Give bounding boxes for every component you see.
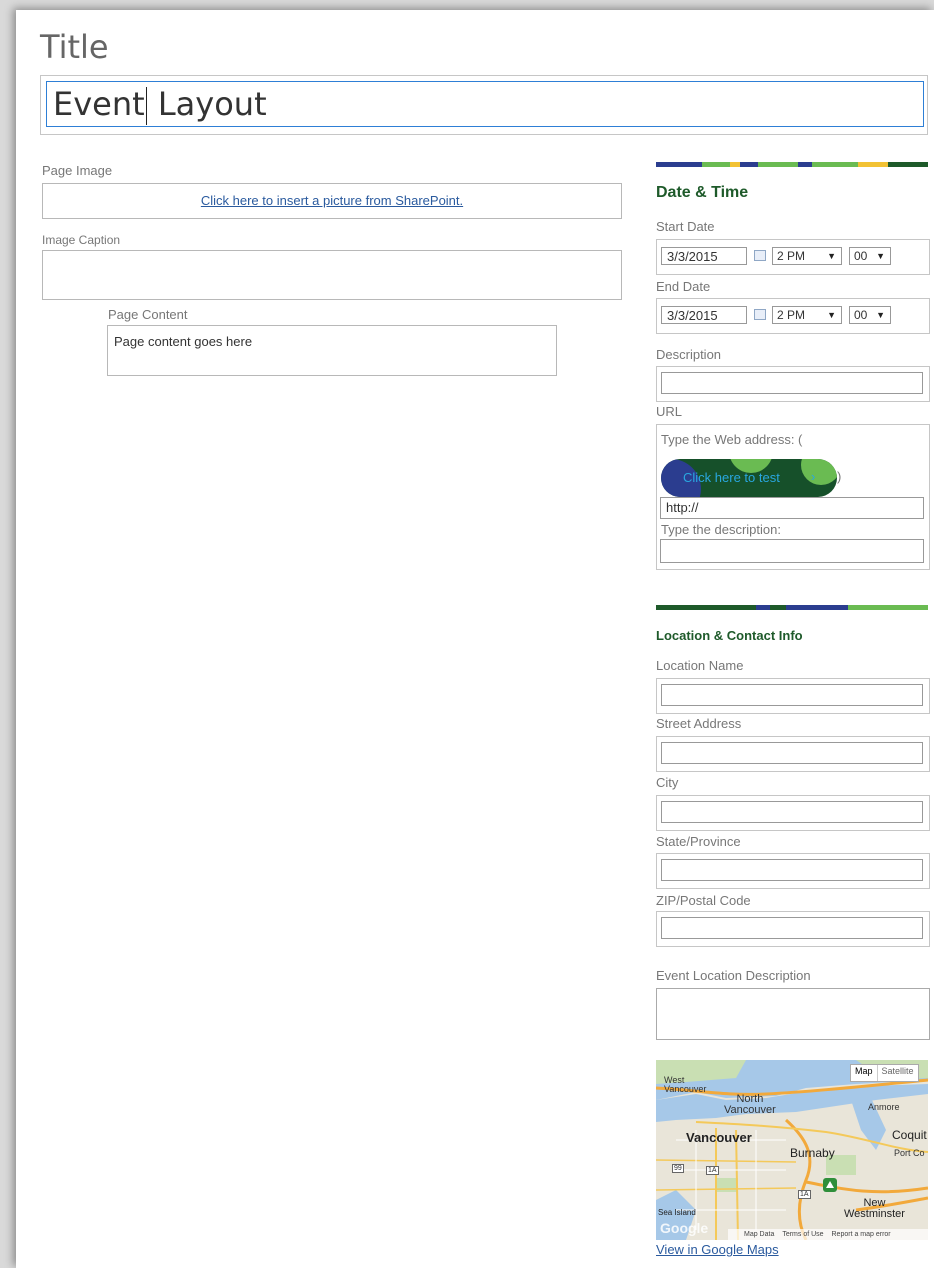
map-button[interactable]: Map bbox=[851, 1065, 878, 1081]
page-content-label: Page Content bbox=[108, 307, 188, 322]
start-date-row: 3/3/2015 2 PM ▼ 00 ▼ bbox=[656, 239, 930, 275]
google-logo: Google bbox=[660, 1220, 709, 1236]
state-label: State/Province bbox=[656, 834, 741, 849]
image-caption-field[interactable] bbox=[42, 250, 622, 300]
location-heading: Location & Contact Info bbox=[656, 628, 803, 643]
url-label: URL bbox=[656, 404, 683, 419]
start-minute-dropdown-icon: ▼ bbox=[876, 251, 885, 261]
title-text-after-caret: Layout bbox=[147, 85, 267, 123]
end-date-input[interactable]: 3/3/2015 bbox=[661, 306, 747, 324]
page: Title Event Layout Page Image Click here… bbox=[16, 10, 934, 1268]
test-link-button[interactable]: Click here to test › bbox=[661, 459, 837, 497]
event-location-description-label: Event Location Description bbox=[656, 968, 811, 983]
location-name-input[interactable] bbox=[661, 684, 923, 706]
end-hour-value: 2 PM bbox=[777, 308, 806, 322]
report-map-error-link[interactable]: Report a map error bbox=[832, 1231, 891, 1238]
page-image-label: Page Image bbox=[42, 163, 113, 178]
state-container bbox=[656, 853, 930, 889]
end-date-label: End Date bbox=[656, 279, 711, 294]
title-label: Title bbox=[40, 28, 109, 66]
start-hour-value: 2 PM bbox=[777, 249, 806, 263]
description-input[interactable] bbox=[661, 372, 923, 394]
google-map[interactable]: Map Satellite West Vancouver North Vanco… bbox=[656, 1060, 928, 1240]
url-address-input[interactable]: http:// bbox=[660, 497, 924, 519]
start-hour-select[interactable]: 2 PM ▼ bbox=[772, 247, 842, 265]
city-container bbox=[656, 795, 930, 831]
state-input[interactable] bbox=[661, 859, 923, 881]
map-label-north-vancouver: North Vancouver bbox=[724, 1093, 776, 1116]
url-web-address-text: Type the Web address: ( bbox=[661, 432, 803, 447]
highway-shield-1a-2: 1A bbox=[798, 1190, 811, 1199]
city-label: City bbox=[656, 775, 679, 790]
start-date-input[interactable]: 3/3/2015 bbox=[661, 247, 747, 265]
title-text-before-caret: Event bbox=[53, 85, 145, 123]
test-link-label: Click here to test bbox=[683, 470, 780, 485]
highway-shield-99: 99 bbox=[672, 1164, 684, 1173]
url-field-container: Type the Web address: ( Click here to te… bbox=[656, 424, 930, 570]
highway-shield-1a: 1A bbox=[706, 1166, 719, 1175]
map-label-sea-island: Sea Island bbox=[658, 1208, 696, 1217]
start-minute-value: 00 bbox=[854, 249, 868, 263]
location-name-container bbox=[656, 678, 930, 714]
date-time-stripe bbox=[656, 162, 928, 167]
location-stripe bbox=[656, 605, 928, 610]
terms-of-use-link[interactable]: Terms of Use bbox=[782, 1231, 823, 1238]
end-date-row: 3/3/2015 2 PM ▼ 00 ▼ bbox=[656, 298, 930, 334]
start-hour-dropdown-icon: ▼ bbox=[827, 251, 836, 261]
end-minute-select[interactable]: 00 ▼ bbox=[849, 306, 891, 324]
event-location-description-input[interactable] bbox=[656, 988, 930, 1040]
location-name-label: Location Name bbox=[656, 658, 744, 673]
map-label-new-westminster: New Westminster bbox=[844, 1197, 905, 1220]
map-attribution: Map Data Terms of Use Report a map error bbox=[728, 1229, 928, 1240]
zip-container bbox=[656, 911, 930, 947]
map-label-burnaby: Burnaby bbox=[790, 1146, 835, 1160]
chevron-right-icon: › bbox=[811, 469, 816, 484]
url-description-input[interactable] bbox=[660, 539, 924, 563]
end-hour-select[interactable]: 2 PM ▼ bbox=[772, 306, 842, 324]
url-description-label: Type the description: bbox=[661, 522, 781, 537]
map-label-port-coquitlam: Port Co bbox=[894, 1148, 925, 1158]
date-time-heading: Date & Time bbox=[656, 184, 749, 201]
end-minute-value: 00 bbox=[854, 308, 868, 322]
map-label-anmore: Anmore bbox=[868, 1102, 900, 1112]
text-caret bbox=[145, 87, 147, 125]
satellite-button[interactable]: Satellite bbox=[878, 1065, 918, 1081]
map-label-west-vancouver: West Vancouver bbox=[664, 1075, 707, 1094]
end-date-calendar-icon[interactable] bbox=[754, 309, 766, 320]
description-label: Description bbox=[656, 347, 722, 362]
street-address-input[interactable] bbox=[661, 742, 923, 764]
title-field-container: Event Layout bbox=[40, 75, 928, 135]
map-type-switch: Map Satellite bbox=[850, 1064, 919, 1082]
end-minute-dropdown-icon: ▼ bbox=[876, 310, 885, 320]
url-test-suffix: ) bbox=[837, 469, 842, 484]
page-content-text: Page content goes here bbox=[114, 334, 253, 349]
image-caption-label: Image Caption bbox=[42, 233, 121, 247]
view-in-google-maps-link[interactable]: View in Google Maps bbox=[656, 1242, 779, 1257]
end-hour-dropdown-icon: ▼ bbox=[827, 310, 836, 320]
map-label-coquitlam: Coquit bbox=[892, 1128, 927, 1142]
start-date-calendar-icon[interactable] bbox=[754, 250, 766, 261]
page-image-field: Click here to insert a picture from Shar… bbox=[42, 183, 622, 219]
description-field-container bbox=[656, 366, 930, 402]
insert-picture-link[interactable]: Click here to insert a picture from Shar… bbox=[201, 193, 463, 208]
map-data-text: Map Data bbox=[744, 1231, 775, 1238]
title-input[interactable]: Event Layout bbox=[46, 81, 924, 127]
zip-input[interactable] bbox=[661, 917, 923, 939]
street-address-container bbox=[656, 736, 930, 772]
start-date-label: Start Date bbox=[656, 219, 715, 234]
page-content-field[interactable]: Page content goes here bbox=[107, 325, 557, 376]
city-input[interactable] bbox=[661, 801, 923, 823]
zip-label: ZIP/Postal Code bbox=[656, 893, 751, 908]
start-minute-select[interactable]: 00 ▼ bbox=[849, 247, 891, 265]
street-address-label: Street Address bbox=[656, 716, 742, 731]
map-label-vancouver: Vancouver bbox=[686, 1130, 752, 1145]
